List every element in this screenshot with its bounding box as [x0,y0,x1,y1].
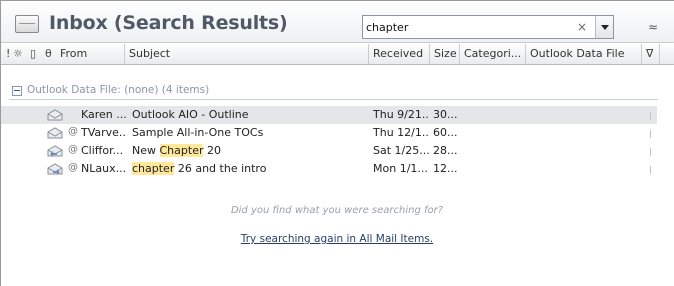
mail-read-icon [47,127,63,139]
search-feedback-prompt: Did you find what you were searching for… [230,205,444,216]
message-from: Cliffor... [81,144,124,157]
search-hit-highlight: chapter [132,162,175,175]
item-type-column-icon[interactable]: ▯ [30,48,36,60]
attachment-paperclip-icon: @ [68,126,78,137]
column-flag[interactable]: ∇ [642,44,660,64]
message-row[interactable]: @ NLaux... chapter 26 and the intro Mon … [1,160,657,178]
attachment-column-icon[interactable]: θ [45,48,52,60]
column-categories[interactable]: Categori... [460,44,526,64]
row-divider-mark [650,166,651,174]
search-all-mail-link[interactable]: Try searching again in All Mail Items. [0,233,674,245]
collapse-group-icon[interactable] [12,86,22,96]
message-subject: New Chapter 20 [132,144,221,157]
message-size: 60... [433,126,458,139]
mail-read-icon [47,109,63,121]
message-row[interactable]: @ Cliffor... New Chapter 20 Sat 1/25... … [1,142,657,160]
message-received: Mon 1/1... [373,162,428,175]
mail-replied-icon [47,145,63,157]
message-row[interactable]: Karen ... Outlook AIO - Outline Thu 9/21… [1,106,657,124]
message-received: Thu 12/1... [373,126,429,139]
mail-forwarded-icon [47,163,63,175]
message-size: 30... [433,108,458,121]
attachment-paperclip-icon: @ [68,144,78,155]
column-header-bar: ! ☼ ▯ θ From Subject Received Size Categ… [1,44,674,65]
search-options-dropdown[interactable] [595,16,613,38]
message-subject: Outlook AIO - Outline [132,108,249,121]
expand-query-builder-icon[interactable]: ≈ [646,18,660,36]
message-size: 28... [433,144,458,157]
search-input[interactable] [366,19,576,35]
column-subject[interactable]: Subject [125,44,369,64]
row-divider-mark [650,148,651,156]
column-received[interactable]: Received [369,44,430,64]
clear-search-button[interactable]: × [573,18,591,36]
message-from: NLaux... [81,162,126,175]
message-from: TVarve... [81,126,126,139]
column-data-file[interactable]: Outlook Data File [526,44,642,64]
column-from[interactable]: From [56,44,125,64]
message-received: Thu 9/21... [373,108,429,121]
message-subject: Sample All-in-One TOCs [132,126,264,139]
attachment-paperclip-icon: @ [68,162,78,173]
reminder-column-icon[interactable]: ☼ [13,48,23,60]
message-row[interactable]: @ TVarve... Sample All-in-One TOCs Thu 1… [1,124,657,142]
group-header[interactable]: Outlook Data File: (none) (4 items) [1,82,674,100]
importance-column-icon[interactable]: ! [6,48,10,60]
folder-title: Inbox (Search Results) [49,12,288,34]
instant-search-box[interactable]: × [362,15,614,39]
column-size[interactable]: Size [430,44,460,64]
row-divider-mark [650,112,651,120]
search-hit-highlight: Chapter [159,144,204,157]
group-divider [9,99,658,100]
message-size: 12... [433,162,458,175]
group-label: Outlook Data File: (none) (4 items) [27,84,210,96]
message-from: Karen ... [81,108,126,121]
inbox-icon [15,15,39,33]
row-divider-mark [650,130,651,138]
message-received: Sat 1/25... [373,144,429,157]
message-subject: chapter 26 and the intro [132,162,267,175]
